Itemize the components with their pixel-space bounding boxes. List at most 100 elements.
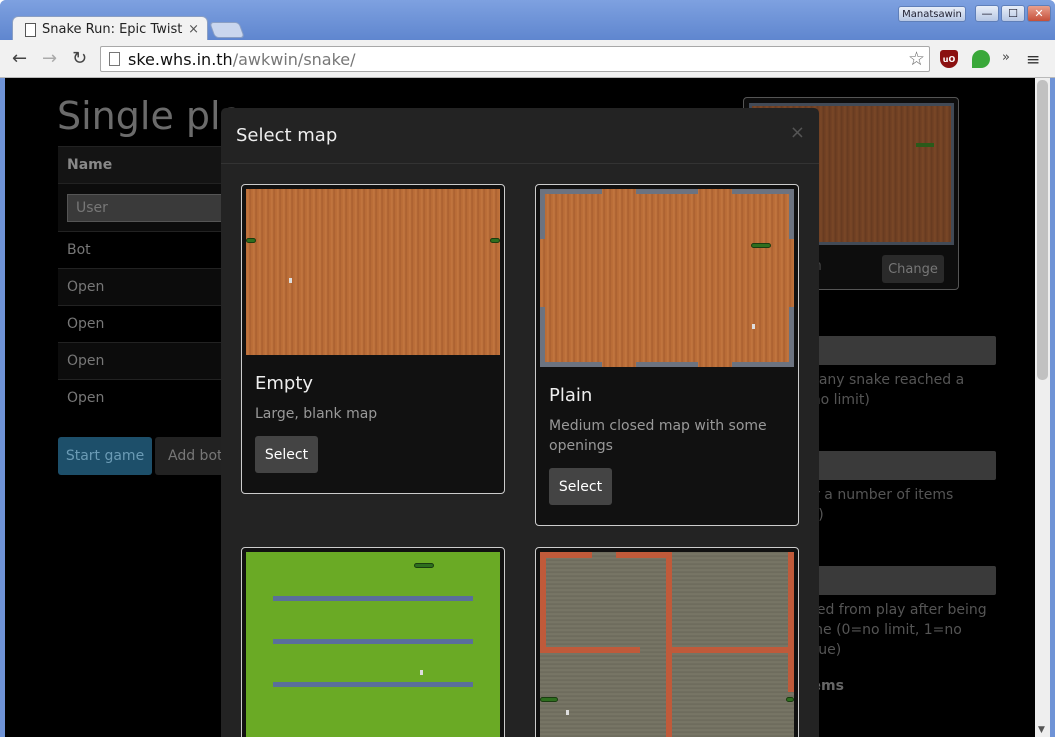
wall-segment	[540, 362, 602, 367]
items-limit-help: ter a number of items nit)	[800, 485, 1010, 525]
wall-segment	[670, 647, 794, 653]
wall-segment	[273, 682, 473, 687]
map-card-3	[241, 547, 505, 737]
select-map-button[interactable]: Select	[255, 436, 318, 473]
map-thumbnail	[540, 552, 794, 737]
help-text: ter a number of items	[800, 487, 954, 503]
change-map-button[interactable]: Change	[882, 255, 944, 283]
bookmark-star-icon[interactable]: ☆	[908, 48, 925, 70]
map-thumbnail	[246, 189, 500, 355]
wall-segment	[666, 552, 672, 737]
items-limit-input[interactable]	[800, 451, 996, 480]
page-icon	[25, 22, 36, 37]
map-name: Plain	[549, 385, 593, 406]
green-extension-icon[interactable]	[972, 50, 990, 68]
snake-sprite	[916, 143, 934, 147]
select-map-modal: Select map × Empty Large, blank map Sele…	[221, 108, 819, 737]
help-text: time (0=no limit, 1=no	[800, 622, 962, 638]
help-text: =no limit)	[800, 392, 870, 408]
table-row: Open	[58, 305, 228, 342]
map-thumbnail	[540, 189, 794, 367]
chrome-menu-icon[interactable]: ≡	[1026, 50, 1040, 70]
reload-icon[interactable]: ↻	[72, 48, 87, 69]
table-row: Open	[58, 342, 228, 379]
title-bar: Snake Run: Epic Twist × Manatsawin — ☐ ✕	[0, 0, 1055, 42]
score-limit-input[interactable]	[800, 336, 996, 365]
removal-time-help: oved from play after being time (0=no li…	[800, 600, 1010, 660]
snake-sprite	[414, 563, 434, 568]
table-header: Name	[58, 146, 228, 183]
wall-segment	[540, 552, 592, 558]
map-card-4	[535, 547, 799, 737]
ublock-extension-icon[interactable]: uO	[940, 50, 958, 68]
table-row: Open	[58, 379, 228, 416]
snake-sprite	[786, 697, 794, 702]
wall-segment	[540, 189, 602, 194]
wall-segment	[273, 639, 473, 644]
select-map-button[interactable]: Select	[549, 468, 612, 505]
score-limit-help: er any snake reached a =no limit)	[800, 370, 1010, 410]
add-bot-button[interactable]: Add bot	[155, 437, 225, 475]
maximize-button[interactable]: ☐	[1001, 5, 1025, 22]
wall-segment	[540, 189, 545, 239]
item-sprite	[566, 710, 569, 715]
wall-segment	[540, 552, 546, 648]
scroll-down-icon[interactable]: ▼	[1038, 725, 1045, 735]
new-tab-button[interactable]	[209, 22, 245, 38]
snake-sprite	[246, 238, 256, 243]
forward-icon[interactable]: →	[42, 48, 57, 69]
wall-segment	[636, 189, 698, 194]
players-table: Name User Bot Open Open Open Open	[58, 146, 228, 416]
item-sprite	[752, 324, 755, 329]
tab-close-icon[interactable]: ×	[188, 22, 199, 37]
removal-time-input[interactable]	[800, 566, 996, 595]
wall-segment	[732, 362, 794, 367]
modal-title: Select map	[236, 125, 338, 146]
map-name: Empty	[255, 373, 314, 394]
browser-tab[interactable]: Snake Run: Epic Twist ×	[12, 16, 208, 42]
url-path: /awkwin/snake/	[232, 49, 356, 69]
wall-segment	[789, 307, 794, 367]
snake-sprite	[540, 697, 558, 702]
help-text: tinue)	[800, 642, 842, 658]
table-row: Bot	[58, 231, 228, 268]
browser-toolbar: ← → ↻ ske.whs.in.th /awkwin/snake/ ☆ uO …	[0, 40, 1055, 78]
wall-segment	[788, 552, 794, 692]
close-window-button[interactable]: ✕	[1027, 5, 1051, 22]
wall-segment	[540, 647, 640, 653]
minimize-button[interactable]: —	[975, 5, 999, 22]
browser-window: Snake Run: Epic Twist × Manatsawin — ☐ ✕…	[0, 0, 1055, 737]
item-sprite	[289, 278, 292, 283]
more-extensions-icon[interactable]: »	[1002, 50, 1010, 65]
profile-badge[interactable]: Manatsawin	[898, 6, 966, 22]
item-sprite	[420, 670, 423, 675]
page-viewport: Single play Name User Bot Open Open Open…	[5, 78, 1035, 737]
player-name-input[interactable]: User	[67, 193, 227, 222]
help-text: er any snake reached a	[800, 372, 965, 388]
table-row: User	[58, 183, 228, 231]
modal-header: Select map ×	[221, 108, 819, 164]
map-description: Medium closed map with some openings	[549, 418, 767, 454]
snake-sprite	[751, 243, 771, 248]
window-frame	[1050, 78, 1055, 737]
wall-segment	[540, 307, 545, 367]
map-thumbnail	[246, 552, 500, 737]
scrollbar-thumb[interactable]	[1037, 80, 1048, 380]
help-text: oved from play after being	[800, 602, 987, 618]
snake-sprite	[490, 238, 500, 243]
wall-segment	[616, 552, 672, 558]
help-text: nit)	[800, 505, 1010, 525]
back-icon[interactable]: ←	[12, 48, 27, 69]
map-card-plain: Plain Medium closed map with some openin…	[535, 184, 799, 526]
address-bar[interactable]: ske.whs.in.th /awkwin/snake/ ☆	[100, 46, 930, 72]
table-row: Open	[58, 268, 228, 305]
close-icon[interactable]: ×	[790, 122, 805, 143]
start-game-button[interactable]: Start game	[58, 437, 152, 475]
wall-segment	[636, 362, 698, 367]
page-info-icon[interactable]	[109, 52, 120, 66]
tab-title: Snake Run: Epic Twist	[42, 22, 183, 37]
wall-segment	[273, 596, 473, 601]
wall-segment	[732, 189, 794, 194]
page-scrollbar[interactable]: ▼	[1035, 78, 1050, 737]
url-host: ske.whs.in.th	[128, 49, 233, 69]
